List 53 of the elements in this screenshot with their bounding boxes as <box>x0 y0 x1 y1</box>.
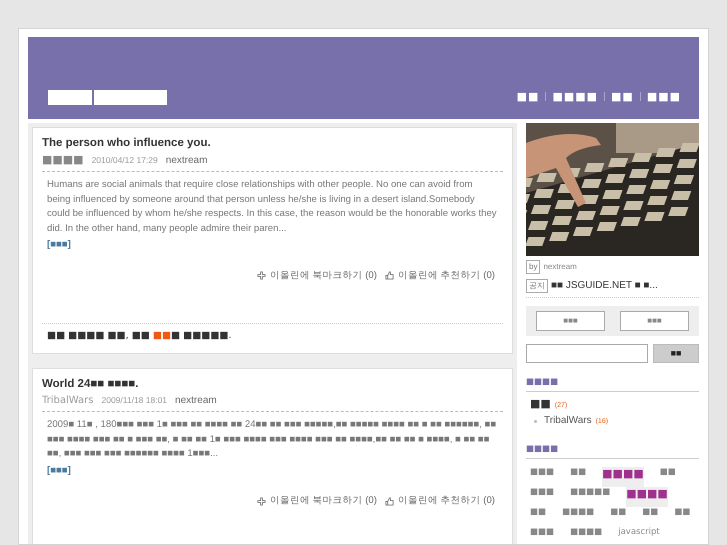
photo-author: nextream <box>543 261 577 273</box>
by-badge: by <box>526 260 540 274</box>
tag-link[interactable]: ■■■■ <box>626 486 668 506</box>
thumbs-up-icon[interactable] <box>384 496 394 506</box>
post-title[interactable]: The person who influence you. <box>42 136 503 150</box>
post-category[interactable]: TribalWars <box>42 395 94 406</box>
action-link[interactable]: 이올린에 북마크하기 (0) <box>270 494 377 509</box>
sidebar-button[interactable]: ■■■ <box>536 311 605 331</box>
notice-badge: 공지 <box>526 278 548 292</box>
tag-link[interactable]: ■■ <box>570 466 586 486</box>
thumbs-up-icon[interactable] <box>384 271 394 280</box>
tag-link[interactable]: ■■ <box>642 506 658 526</box>
nav-link[interactable]: ■■ <box>510 88 546 105</box>
action-link[interactable]: 이올린에 추천하기 (0) <box>398 494 495 509</box>
read-more-link[interactable]: [■■■] <box>47 239 71 251</box>
category-link[interactable]: ■■ <box>530 396 551 412</box>
nav-link[interactable]: ■■ <box>605 88 640 105</box>
tag-link[interactable]: ■■■ <box>530 466 554 486</box>
post-title[interactable]: World 24■■ ■■■■. <box>42 377 503 392</box>
post-excerpt: 2009■ 11■ , 180■■■ ■■■ 1■ ■■■ ■■ ■■■■ ■■ 24■■ ■■ ■■■ ■■■■■,■■ ■■■■■ ■■■■ ■■ ■ ■■ ■■■■■■, ■■ ■■■ ■■■■ ■■■ ■■ ■ ■■■ ■■, ■ ■■ ■■ 1■ ■■■ ■■■■ ■■■ ■■■■ ■■■ ■■ ■■■■,■■ ■■ ■■ ■ ■■■■, ■ ■■ ■■ ■■, ■■■ ■■■ ■■■ ■■■■■■ ■■■■ 1■■■... <box>46 418 498 462</box>
plus-icon[interactable] <box>256 496 266 506</box>
post-excerpt: Humans are social animals that require close relationships with other people. No one can avoid from being influenced by someone around that person unless he/she is living in a desert island.Somebody could be influenced by whom he/she respects. In this case, the reason would be the honorable works they did. In the other hand, many people admire their paren... <box>46 178 498 236</box>
post-category[interactable]: ■■■■ <box>42 154 84 165</box>
sidebar-button[interactable]: ■■■ <box>620 311 689 331</box>
post-author[interactable]: nextream <box>166 155 208 166</box>
search-field[interactable] <box>526 344 648 363</box>
search-button[interactable]: ■■ <box>653 344 699 363</box>
post-author[interactable]: nextream <box>175 395 217 406</box>
action-link[interactable]: 이올린에 추천하기 (0) <box>398 268 495 283</box>
tag-line: ■■ ■■■■ ■■, ■■ ■■■ ■■■■■. <box>42 322 503 344</box>
tag-link[interactable]: javascript <box>618 526 660 544</box>
nav-link[interactable]: ■■■■ <box>546 88 604 105</box>
read-more-link[interactable]: [■■■] <box>47 464 71 477</box>
section-heading: ■■■■ <box>526 444 699 458</box>
tag-link[interactable]: ■■■■ <box>570 526 602 544</box>
bullet-icon <box>534 420 537 422</box>
tag-link[interactable]: ■■■■■ <box>570 486 610 506</box>
tag-link[interactable]: ■■ <box>660 466 676 486</box>
nav-link[interactable]: ■■■ <box>640 88 687 105</box>
tag-link[interactable]: ■■■ <box>530 486 554 506</box>
tag-link[interactable]: ■■■■ <box>562 506 594 526</box>
tag-link[interactable]: ■■■■ <box>602 466 644 486</box>
post-date: 2010/04/12 17:29 <box>92 155 158 166</box>
tag-link[interactable]: ■■ <box>674 506 690 526</box>
post-date: 2009/11/18 18:01 <box>101 395 168 406</box>
section-heading: ■■■■ <box>526 377 699 392</box>
action-link[interactable]: 이올린에 북마크하기 (0) <box>270 268 377 283</box>
notice-link[interactable]: ■■ JSGUIDE.NET ■ ■... <box>551 278 658 293</box>
tag-link[interactable]: ■■■ <box>530 526 554 544</box>
category-link[interactable]: TribalWars <box>544 412 592 428</box>
plus-icon[interactable] <box>256 271 266 280</box>
tag-link[interactable]: ■■ <box>530 506 546 526</box>
tag-link[interactable]: ■■ <box>610 506 626 526</box>
